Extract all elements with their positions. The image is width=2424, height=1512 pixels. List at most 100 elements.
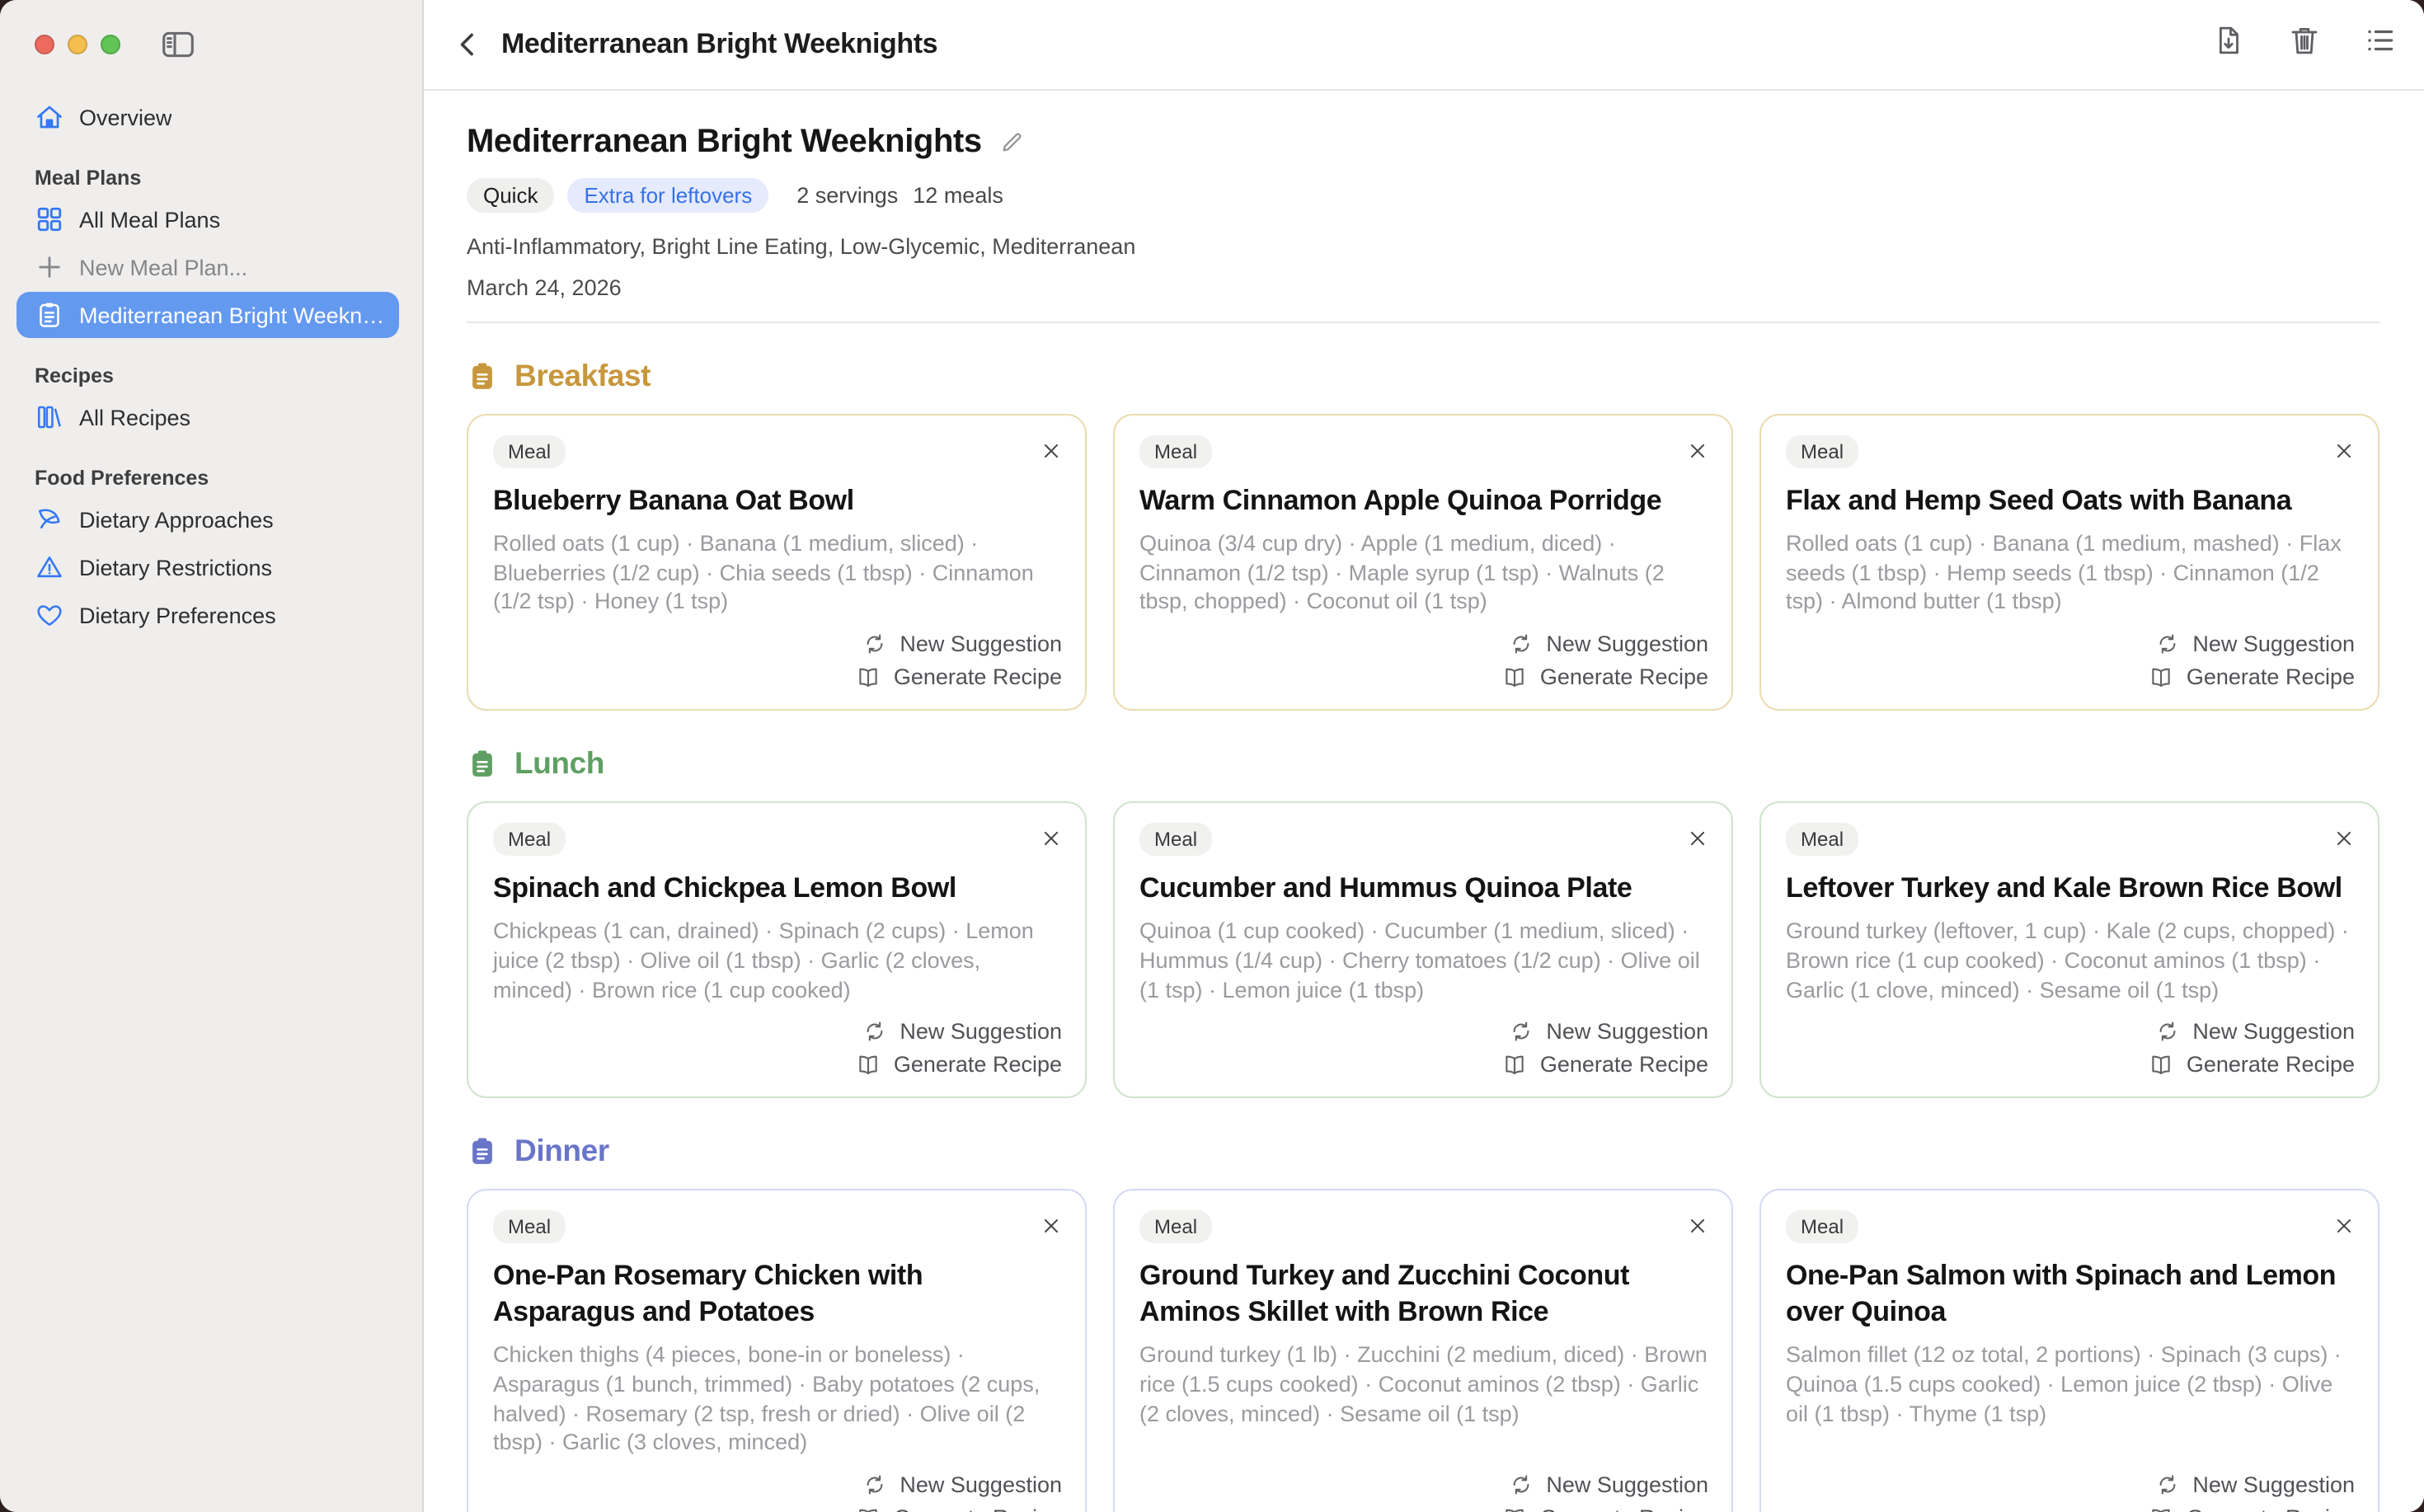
generate-recipe-button[interactable]: Generate Recipe xyxy=(856,664,1062,689)
meal-section-dinner: Dinner Meal One-Pan Rosemary Chicken wit… xyxy=(467,1134,2379,1512)
new-suggestion-button[interactable]: New Suggestion xyxy=(1508,1020,1708,1045)
list-view-button[interactable] xyxy=(2363,23,2398,58)
generate-recipe-label: Generate Recipe xyxy=(2187,1505,2355,1512)
list-icon xyxy=(2363,38,2398,63)
meal-ingredients: Rolled oats (1 cup) · Banana (1 medium, … xyxy=(1786,529,2355,617)
new-suggestion-button[interactable]: New Suggestion xyxy=(862,632,1062,656)
new-suggestion-label: New Suggestion xyxy=(2192,1472,2355,1497)
open-book-icon xyxy=(2149,1505,2173,1512)
meal-badge: Meal xyxy=(493,1211,566,1244)
sidebar-item-label: Dietary Restrictions xyxy=(79,555,272,580)
remove-meal-button[interactable] xyxy=(1687,1216,1708,1237)
refresh-icon xyxy=(2154,1020,2179,1045)
meal-ingredients: Chicken thighs (4 pieces, bone-in or bon… xyxy=(493,1341,1062,1458)
house-icon xyxy=(35,102,64,132)
meal-badge: Meal xyxy=(1786,1211,1858,1244)
sidebar-item-overview[interactable]: Overview xyxy=(16,94,399,140)
remove-meal-button[interactable] xyxy=(1041,828,1062,849)
new-suggestion-button[interactable]: New Suggestion xyxy=(1508,632,1708,656)
close-icon xyxy=(2333,1218,2355,1242)
meal-sections: Breakfast Meal Blueberry Banana Oat Bowl… xyxy=(467,358,2379,1512)
close-window-button[interactable] xyxy=(35,34,54,54)
sidebar-item-label: Dietary Preferences xyxy=(79,603,276,627)
new-suggestion-button[interactable]: New Suggestion xyxy=(2154,1020,2355,1045)
meal-ingredients: Chickpeas (1 can, drained) · Spinach (2 … xyxy=(493,917,1062,1005)
remove-meal-button[interactable] xyxy=(2333,1216,2355,1237)
open-book-icon xyxy=(856,664,881,689)
meal-ingredients: Rolled oats (1 cup) · Banana (1 medium, … xyxy=(493,529,1062,617)
refresh-icon xyxy=(1508,632,1533,656)
generate-recipe-button[interactable]: Generate Recipe xyxy=(1502,664,1708,689)
open-book-icon xyxy=(1502,1053,1527,1078)
meal-section-title: Breakfast xyxy=(514,358,651,394)
remove-meal-button[interactable] xyxy=(1687,828,1708,849)
sidebar-item-dietary-restrictions[interactable]: Dietary Restrictions xyxy=(16,544,399,590)
edit-title-button[interactable] xyxy=(1000,130,1025,155)
meal-section-title: Dinner xyxy=(514,1134,609,1170)
new-suggestion-button[interactable]: New Suggestion xyxy=(862,1472,1062,1497)
generate-recipe-button[interactable]: Generate Recipe xyxy=(1502,1053,1708,1078)
sidebar-item-all-meal-plans[interactable]: All Meal Plans xyxy=(16,196,399,242)
refresh-icon xyxy=(2154,632,2179,656)
generate-recipe-button[interactable]: Generate Recipe xyxy=(856,1505,1062,1512)
clipboard-icon xyxy=(467,1136,498,1167)
new-suggestion-button[interactable]: New Suggestion xyxy=(2154,1472,2355,1497)
back-button[interactable] xyxy=(452,28,485,61)
new-suggestion-button[interactable]: New Suggestion xyxy=(2154,632,2355,656)
meal-title: Blueberry Banana Oat Bowl xyxy=(493,483,1062,519)
meal-title: Ground Turkey and Zucchini Coconut Amino… xyxy=(1139,1259,1708,1331)
sidebar-item-dietary-preferences[interactable]: Dietary Preferences xyxy=(16,592,399,638)
sidebar: Overview Meal Plans All Meal Plans New M… xyxy=(0,0,424,1512)
zoom-window-button[interactable] xyxy=(101,34,120,54)
meal-ingredients: Ground turkey (leftover, 1 cup) · Kale (… xyxy=(1786,917,2355,1005)
remove-meal-button[interactable] xyxy=(2333,440,2355,462)
refresh-icon xyxy=(1508,1472,1533,1497)
sidebar-item-dietary-approaches[interactable]: Dietary Approaches xyxy=(16,496,399,542)
generate-recipe-button[interactable]: Generate Recipe xyxy=(2149,1505,2355,1512)
main-panel: Mediterranean Bright Weeknights Mediterr… xyxy=(424,0,2424,1512)
plan-badge-extra-for-leftovers: Extra for leftovers xyxy=(567,178,768,213)
generate-recipe-button[interactable]: Generate Recipe xyxy=(2149,1053,2355,1078)
toolbar: Mediterranean Bright Weeknights xyxy=(424,0,2424,91)
sidebar-item-all-recipes[interactable]: All Recipes xyxy=(16,394,399,440)
meal-card: Meal Leftover Turkey and Kale Brown Rice… xyxy=(1759,801,2379,1098)
sidebar-item-new-meal-plan[interactable]: New Meal Plan... xyxy=(16,244,399,290)
minimize-window-button[interactable] xyxy=(68,34,87,54)
delete-button[interactable] xyxy=(2287,23,2322,58)
meal-grid: Meal Blueberry Banana Oat Bowl Rolled oa… xyxy=(467,414,2379,711)
sidebar-nav: Overview Meal Plans All Meal Plans New M… xyxy=(0,56,422,640)
new-suggestion-button[interactable]: New Suggestion xyxy=(862,1020,1062,1045)
sidebar-item-label: New Meal Plan... xyxy=(79,255,247,279)
remove-meal-button[interactable] xyxy=(1041,1216,1062,1237)
meal-badge: Meal xyxy=(1139,435,1212,468)
export-icon xyxy=(2211,38,2246,63)
new-suggestion-label: New Suggestion xyxy=(900,1472,1062,1497)
generate-recipe-button[interactable]: Generate Recipe xyxy=(856,1053,1062,1078)
new-suggestion-button[interactable]: New Suggestion xyxy=(1508,1472,1708,1497)
remove-meal-button[interactable] xyxy=(2333,828,2355,849)
generate-recipe-label: Generate Recipe xyxy=(2187,664,2355,689)
pencil-icon xyxy=(1000,135,1025,160)
meal-title: One-Pan Rosemary Chicken with Asparagus … xyxy=(493,1259,1062,1331)
remove-meal-button[interactable] xyxy=(1687,440,1708,462)
close-icon xyxy=(1687,829,1708,854)
plan-date: March 24, 2026 xyxy=(467,275,2379,300)
trash-icon xyxy=(2287,38,2322,63)
open-book-icon xyxy=(856,1505,881,1512)
sidebar-section-header-meal-plans: Meal Plans xyxy=(35,167,399,190)
sidebar-toggle-icon[interactable] xyxy=(160,27,196,60)
generate-recipe-button[interactable]: Generate Recipe xyxy=(2149,664,2355,689)
generate-recipe-button[interactable]: Generate Recipe xyxy=(1502,1505,1708,1512)
meal-grid: Meal One-Pan Rosemary Chicken with Aspar… xyxy=(467,1190,2379,1512)
sidebar-item-mediterranean-bright-weeknights[interactable]: Mediterranean Bright Weeknights xyxy=(16,292,399,338)
meal-card: Meal Ground Turkey and Zucchini Coconut … xyxy=(1113,1190,1733,1512)
new-suggestion-label: New Suggestion xyxy=(2192,1020,2355,1045)
meal-ingredients: Salmon fillet (12 oz total, 2 portions) … xyxy=(1786,1341,2355,1429)
remove-meal-button[interactable] xyxy=(1041,440,1062,462)
meal-badge: Meal xyxy=(493,823,566,856)
refresh-icon xyxy=(862,632,886,656)
clipboard-icon xyxy=(35,300,64,330)
generate-recipe-label: Generate Recipe xyxy=(1540,1053,1708,1078)
warning-icon xyxy=(35,552,64,582)
export-button[interactable] xyxy=(2211,23,2246,58)
